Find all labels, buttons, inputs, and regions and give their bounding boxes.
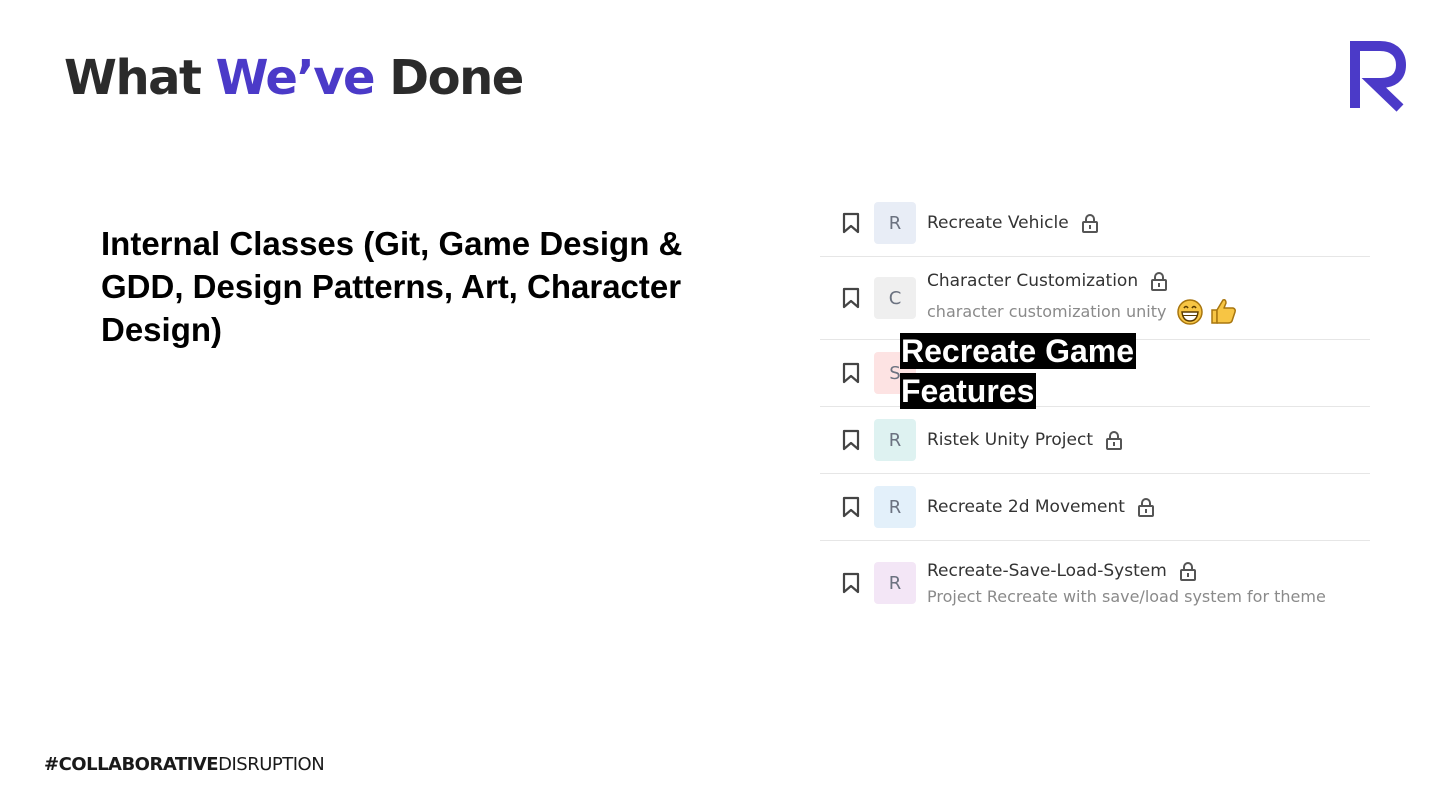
grinning-face-icon: [1177, 299, 1204, 325]
bookmark-icon[interactable]: [842, 496, 860, 518]
lock-icon: [1151, 272, 1168, 291]
r-logo-icon: [1350, 41, 1406, 112]
title-part-2: Done: [389, 50, 524, 106]
repo-row: R Recreate-Save-Load-System Project Recr…: [820, 541, 1370, 625]
repo-row: R Recreate Vehicle: [820, 190, 1370, 257]
lock-icon: [1081, 214, 1098, 233]
repo-info: Ristek Unity Project: [927, 430, 1370, 450]
footer-bold: #COLLABORATIVE: [44, 754, 219, 775]
body-text: Internal Classes (Git, Game Design & GDD…: [101, 225, 683, 348]
repo-info: Recreate Vehicle: [927, 213, 1370, 233]
bookmark-icon[interactable]: [842, 362, 860, 384]
repo-row: C Character Customization character cust…: [820, 257, 1370, 340]
page-title: What We’ve Done: [64, 50, 524, 106]
thumbs-up-icon: [1211, 299, 1237, 324]
repo-avatar: R: [874, 486, 916, 528]
repo-link[interactable]: Recreate 2d Movement: [927, 497, 1370, 517]
footer-hashtag: #COLLABORATIVEDISRUPTION: [44, 754, 325, 775]
overlay-line-1: Recreate Game: [900, 333, 1137, 369]
lock-icon: [1137, 498, 1154, 517]
lock-icon: [1179, 561, 1196, 581]
repo-description: Project Recreate with save/load system f…: [927, 587, 1370, 606]
repo-link[interactable]: Recreate Vehicle: [927, 213, 1370, 233]
repo-info: Character Customization character custom…: [927, 271, 1370, 325]
repo-name: Ristek Unity Project: [927, 430, 1093, 450]
title-part-1: What: [64, 50, 202, 106]
repo-info: Recreate 2d Movement: [927, 497, 1370, 517]
footer-regular: DISRUPTION: [218, 754, 325, 775]
repo-info: Recreate-Save-Load-System Project Recrea…: [927, 561, 1370, 606]
bookmark-icon[interactable]: [842, 429, 860, 451]
bookmark-icon[interactable]: [842, 572, 860, 594]
repo-link[interactable]: Ristek Unity Project: [927, 430, 1370, 450]
repo-name: Recreate-Save-Load-System: [927, 560, 1167, 581]
repo-avatar: R: [874, 202, 916, 244]
repo-row: R Ristek Unity Project: [820, 407, 1370, 474]
repo-name: Character Customization: [927, 271, 1139, 291]
bookmark-icon[interactable]: [842, 212, 860, 234]
repo-description: character customization unity: [927, 297, 1370, 325]
repo-avatar: C: [874, 277, 916, 319]
lock-icon: [1106, 431, 1122, 450]
overlay-label: Recreate Game Features: [900, 331, 1137, 411]
repo-description-text: character customization unity: [927, 301, 1167, 321]
bookmark-icon[interactable]: [842, 287, 860, 309]
repo-description-text: Project Recreate with save/load system f…: [927, 586, 1326, 606]
repo-avatar: R: [874, 419, 916, 461]
repo-name: Recreate 2d Movement: [927, 497, 1125, 517]
repo-row: R Recreate 2d Movement: [820, 474, 1370, 541]
overlay-line-2: Features: [900, 373, 1037, 409]
title-accent: We’ve: [215, 50, 376, 106]
repo-link[interactable]: Recreate-Save-Load-System: [927, 561, 1370, 581]
repo-avatar: R: [874, 562, 916, 604]
repo-name: Recreate Vehicle: [927, 213, 1069, 233]
repo-link[interactable]: Character Customization: [927, 271, 1370, 291]
